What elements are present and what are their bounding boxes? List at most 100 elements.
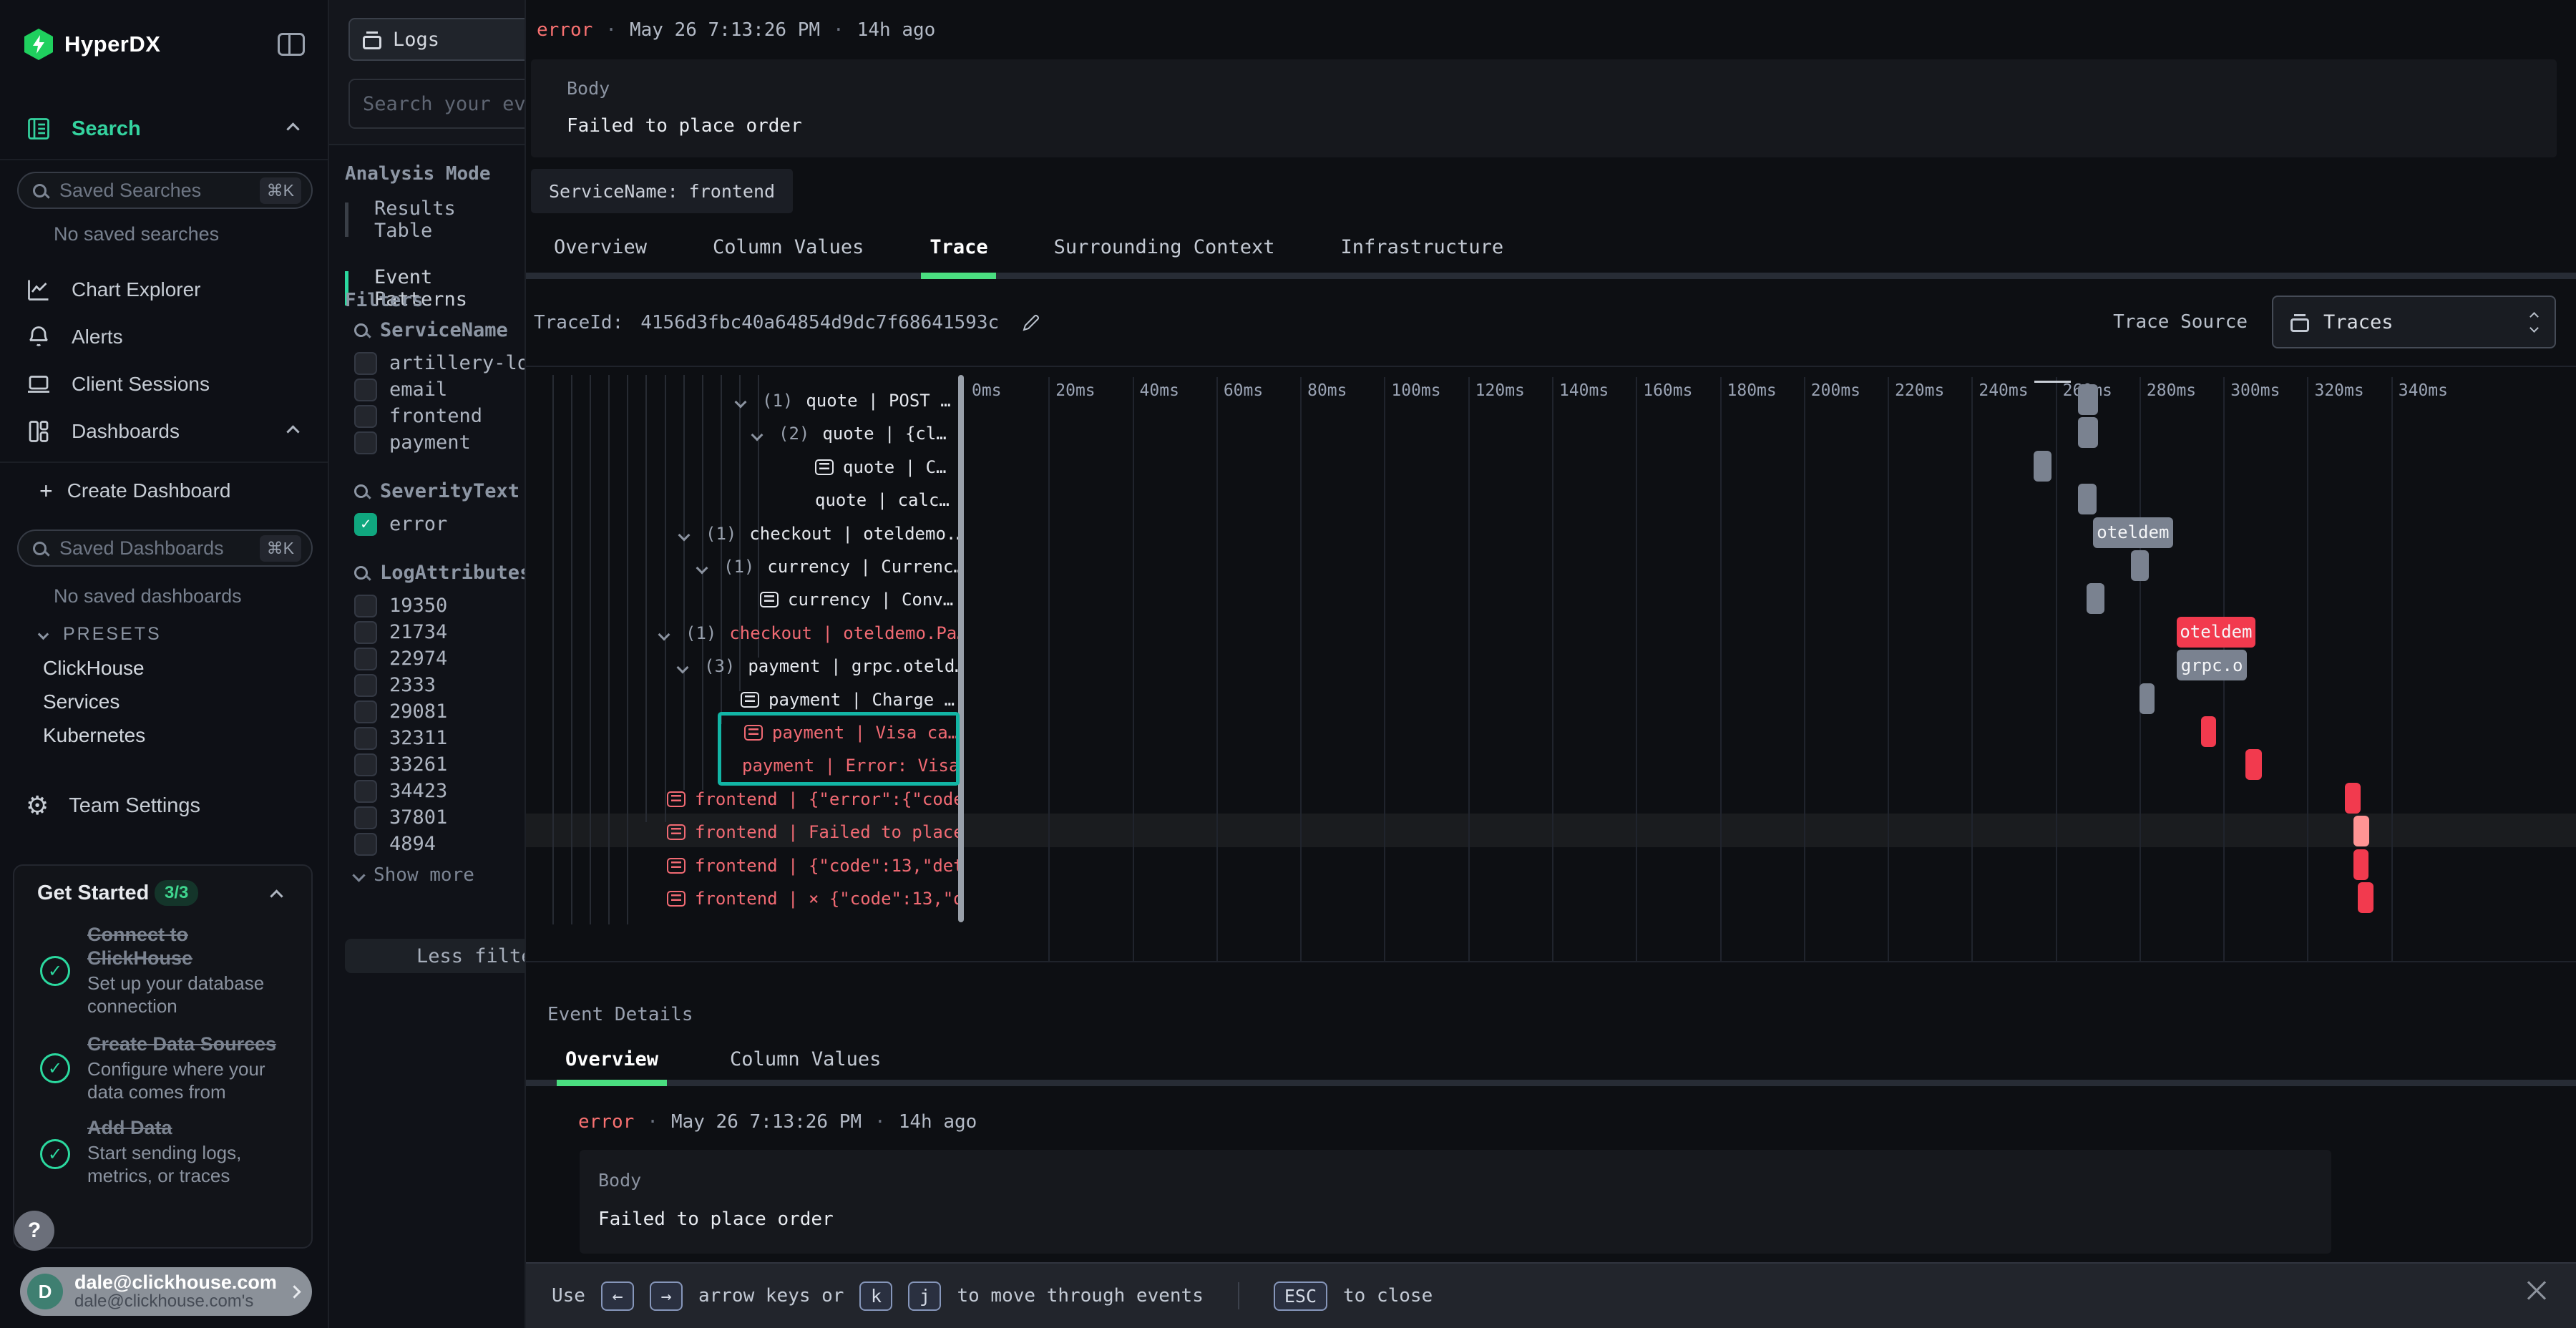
checkbox[interactable] (354, 833, 377, 856)
span-bar[interactable] (2087, 583, 2104, 614)
filter-value-row[interactable]: ✓error (354, 511, 526, 537)
span-tree-row[interactable]: (1)currency | Currenc… (698, 550, 960, 583)
span-bar[interactable] (2353, 849, 2368, 880)
filter-value-row[interactable]: 32311 (354, 725, 526, 751)
span-bar[interactable] (2201, 716, 2216, 747)
span-tree-row[interactable]: currency | Conv… (760, 583, 953, 616)
filter-value-row[interactable]: 37801 (354, 804, 526, 831)
filter-value-row[interactable]: 34423 (354, 778, 526, 804)
chevron-down-icon[interactable] (753, 424, 761, 444)
span-bar[interactable] (2353, 816, 2369, 846)
chevron-down-icon[interactable] (678, 656, 687, 676)
service-name-tag[interactable]: ServiceName: frontend (531, 169, 793, 213)
trace-source-select[interactable]: Traces (2272, 296, 2556, 348)
span-bar[interactable]: oteldem (2177, 617, 2255, 648)
checkbox[interactable] (354, 621, 377, 644)
sidebar-item-search[interactable]: Search (0, 109, 329, 149)
span-tree-row[interactable]: frontend | × {"code":13,"d… (667, 882, 960, 915)
checkbox-checked[interactable]: ✓ (354, 513, 377, 536)
checkbox[interactable] (354, 405, 377, 428)
checkbox[interactable] (354, 648, 377, 670)
span-tree-row[interactable]: quote | C… (815, 451, 947, 484)
span-bar[interactable] (2078, 484, 2097, 514)
tab-infrastructure[interactable]: Infrastructure (1341, 236, 1504, 258)
presets-toggle[interactable]: PRESETS (39, 624, 162, 645)
sidebar-item-dashboards[interactable]: Dashboards (0, 411, 329, 451)
filter-value-row[interactable]: frontend (354, 403, 526, 429)
span-bar[interactable] (2245, 749, 2262, 780)
tab-column-values[interactable]: Column Values (730, 1048, 881, 1070)
tab-overview[interactable]: Overview (565, 1048, 658, 1070)
span-bar[interactable] (2131, 550, 2149, 581)
checkbox[interactable] (354, 753, 377, 776)
tab-overview[interactable]: Overview (554, 236, 647, 258)
preset-clickhouse[interactable]: ClickHouse (43, 657, 145, 680)
saved-dashboards-input[interactable]: Saved Dashboards ⌘K (17, 529, 313, 567)
checkbox[interactable] (354, 780, 377, 803)
span-tree-row[interactable]: frontend | Failed to place… (667, 816, 960, 849)
filter-value-row[interactable]: 21734 (354, 619, 526, 645)
filter-value-row[interactable]: 29081 (354, 698, 526, 725)
span-tree-row[interactable]: payment | Charge … (741, 683, 955, 716)
checkbox[interactable] (354, 431, 377, 454)
event-search-input[interactable]: Search your ev (348, 79, 526, 129)
chevron-down-icon[interactable] (660, 623, 668, 643)
create-dashboard-button[interactable]: + Create Dashboard (0, 471, 329, 511)
chevron-down-icon[interactable] (736, 391, 745, 411)
get-started-item[interactable]: Create Data Sources Configure where your… (87, 1032, 279, 1103)
tab-surrounding-context[interactable]: Surrounding Context (1054, 236, 1275, 258)
chevron-down-icon[interactable] (698, 557, 706, 577)
span-tree-row[interactable]: (1)checkout | oteldemo.Pa… (660, 617, 960, 650)
collapse-sidebar-icon[interactable] (278, 33, 305, 56)
checkbox[interactable] (354, 727, 377, 750)
checkbox[interactable] (354, 595, 377, 617)
close-icon[interactable] (2526, 1280, 2547, 1302)
span-bar[interactable] (2140, 683, 2155, 714)
tab-column-values[interactable]: Column Values (713, 236, 864, 258)
filter-value-row[interactable]: 19350 (354, 592, 526, 619)
filter-value-row[interactable]: artillery-loa (354, 350, 526, 376)
span-tree-row[interactable]: (3)payment | grpc.oteld… (678, 650, 960, 683)
span-bar[interactable] (2358, 882, 2373, 913)
span-bar[interactable] (2078, 384, 2098, 415)
span-tree-row[interactable]: frontend | {"code":13,"det… (667, 849, 960, 882)
edit-pencil-icon[interactable] (1020, 312, 1042, 333)
filter-value-row[interactable]: 33261 (354, 751, 526, 778)
sidebar-item-chart-explorer[interactable]: Chart Explorer (0, 270, 329, 310)
checkbox[interactable] (354, 806, 377, 829)
span-bar[interactable] (2078, 417, 2098, 448)
filter-value-row[interactable]: email (354, 376, 526, 403)
less-filters-button[interactable]: Less filters (345, 939, 526, 973)
span-bar[interactable]: grpc.o (2177, 650, 2247, 680)
filter-value-row[interactable]: 2333 (354, 672, 526, 698)
chevron-up-icon[interactable] (270, 889, 283, 902)
checkbox[interactable] (354, 352, 377, 375)
checkbox[interactable] (354, 674, 377, 697)
tree-scrollbar[interactable] (958, 375, 964, 922)
show-more-toggle[interactable]: Show more (354, 864, 526, 886)
filter-value-row[interactable]: 22974 (354, 645, 526, 672)
get-started-item[interactable]: Connect to ClickHouse Set up your databa… (87, 923, 279, 1017)
sidebar-item-client-sessions[interactable]: Client Sessions (0, 364, 329, 404)
checkbox[interactable] (354, 700, 377, 723)
filter-value-row[interactable]: 4894 (354, 831, 526, 857)
filter-value-row[interactable]: payment (354, 429, 526, 456)
span-tree-row[interactable]: (1)quote | POST … (736, 384, 951, 417)
span-tree-row[interactable]: frontend | {"error":{"code… (667, 783, 960, 816)
sidebar-item-alerts[interactable]: Alerts (0, 317, 329, 357)
tab-trace[interactable]: Trace (930, 236, 987, 258)
span-bar[interactable] (2034, 451, 2051, 482)
span-tree-row[interactable]: (2)quote | {cl… (753, 417, 947, 450)
checkbox[interactable] (354, 379, 377, 401)
saved-searches-input[interactable]: Saved Searches ⌘K (17, 172, 313, 209)
sidebar-item-team-settings[interactable]: ⚙ Team Settings (0, 786, 329, 826)
span-tree-row[interactable]: quote | calc… (815, 484, 950, 517)
analysis-mode-results-table[interactable]: Results Table (345, 202, 517, 237)
user-card[interactable]: D dale@clickhouse.com dale@clickhouse.co… (20, 1267, 312, 1316)
span-bar[interactable] (2345, 783, 2361, 814)
chevron-down-icon[interactable] (680, 524, 688, 544)
span-tree-row[interactable]: (1)checkout | oteldemo.… (680, 517, 960, 550)
app-logo[interactable]: HyperDX (24, 29, 160, 60)
get-started-item[interactable]: Add Data Start sending logs, metrics, or… (87, 1116, 279, 1187)
span-bar[interactable]: oteldem (2093, 517, 2173, 548)
